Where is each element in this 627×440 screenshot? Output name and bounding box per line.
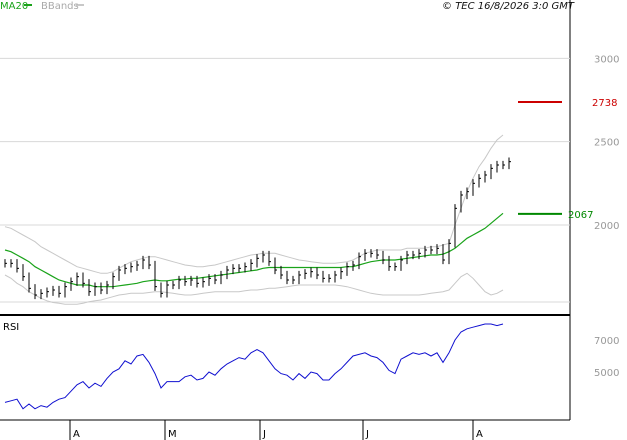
price-tick-label: 2000 [594, 221, 619, 232]
ma20-line [4, 212, 504, 288]
technical-chart: MA20 BBands © TEC 16/8/2026 3:0 GMT RSI … [0, 0, 619, 440]
bands-legend-label: BBands [41, 1, 79, 12]
rsi-line [4, 323, 504, 410]
x-axis-label: M [168, 429, 177, 440]
x-axis-label: J [365, 429, 369, 440]
price-tick-label: 3000 [594, 54, 619, 65]
support-level-label: 2067 [568, 210, 593, 221]
rsi-panel: RSI [0, 316, 571, 421]
price-tick-label: 2500 [594, 138, 619, 149]
x-axis-label: J [262, 429, 266, 440]
x-axis-label: A [476, 429, 483, 440]
ma-legend-label: MA20 [0, 1, 28, 12]
bollinger-upper-line [4, 134, 504, 274]
rsi-tick-label: 7000 [594, 336, 619, 347]
copyright-text: © TEC 16/8/2026 3:0 GMT [442, 1, 575, 12]
rsi-label: RSI [3, 322, 19, 333]
rsi-tick-label: 5000 [594, 368, 619, 379]
resistance-level-label: 2738 [592, 98, 617, 109]
bollinger-lower-line [4, 272, 504, 305]
x-axis-label: A [73, 429, 80, 440]
